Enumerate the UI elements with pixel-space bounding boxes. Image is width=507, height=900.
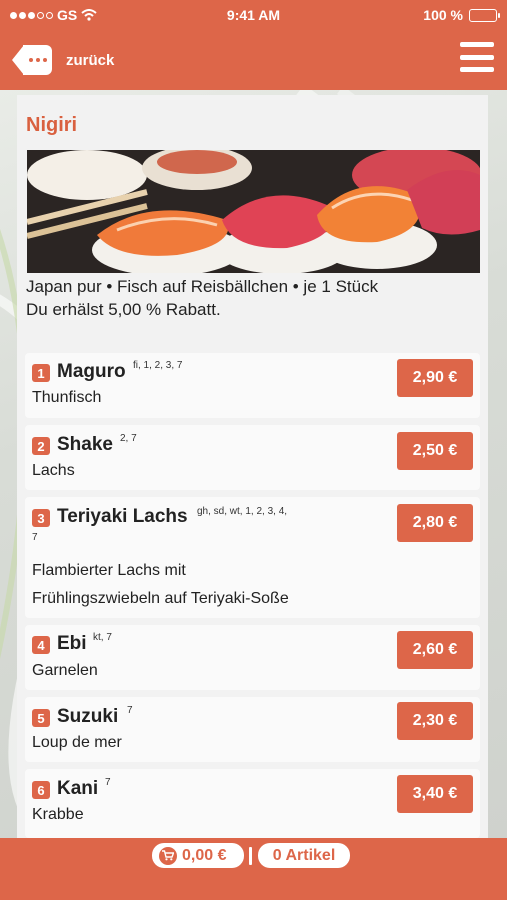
discount-note: Du erhälst 5,00 % Rabatt.	[26, 300, 221, 319]
status-left: GS	[10, 7, 170, 23]
list-item: 2 Shake 2, 7 Lachs 2,50 €	[25, 425, 480, 490]
article-count-button[interactable]: 0 Artikel	[258, 843, 350, 868]
item-number: 6	[32, 781, 50, 799]
signal-strength-icon	[10, 11, 53, 19]
item-allergens: 7	[105, 777, 111, 788]
hamburger-menu-icon[interactable]	[460, 42, 494, 72]
item-allergens: gh, sd, wt, 1, 2, 3, 4,	[197, 506, 288, 517]
item-allergens: fi, 1, 2, 3, 7	[133, 360, 183, 371]
back-arrow-icon	[12, 45, 52, 75]
item-name: Ebi	[57, 633, 87, 654]
nav-bar: zurück	[0, 30, 507, 90]
cart-total: 0,00 €	[182, 846, 227, 864]
category-title: Nigiri	[26, 114, 78, 136]
item-allergens: kt, 7	[93, 632, 112, 643]
item-name: Shake	[57, 434, 113, 455]
category-intro: Japan pur • Fisch auf Reisbällchen • je …	[26, 275, 378, 321]
item-description: Garnelen	[32, 662, 98, 679]
item-allergens: 7	[127, 705, 133, 716]
price-button[interactable]: 2,60 €	[397, 631, 473, 669]
item-allergens-continued: 7	[32, 532, 38, 543]
status-bar: GS 9:41 AM 100 %	[0, 0, 507, 30]
wifi-icon	[81, 9, 97, 21]
item-allergens: 2, 7	[120, 433, 137, 444]
item-name: Teriyaki Lachs	[57, 506, 188, 527]
back-button[interactable]: zurück	[12, 45, 114, 75]
menu-panel: Nigiri Japan pur • Fisch auf Reisbällche…	[17, 95, 488, 838]
footer-divider	[249, 847, 252, 865]
sushi-image	[27, 150, 480, 273]
article-count: 0 Artikel	[272, 846, 336, 864]
item-name: Kani	[57, 778, 99, 799]
cart-total-button[interactable]: 0,00 €	[152, 843, 244, 868]
list-item: 4 Ebi kt, 7 Garnelen 2,60 €	[25, 625, 480, 690]
item-number: 1	[32, 364, 50, 382]
list-item: 6 Kani 7 Krabbe 3,40 €	[25, 769, 480, 838]
list-item: 5 Suzuki 7 Loup de mer 2,30 €	[25, 697, 480, 762]
price-button[interactable]: 2,30 €	[397, 702, 473, 740]
item-description: Lachs	[32, 462, 75, 479]
battery-icon	[469, 8, 500, 22]
price-button[interactable]: 2,90 €	[397, 359, 473, 397]
app-header: GS 9:41 AM 100 % zurück	[0, 0, 507, 90]
item-name: Suzuki	[57, 706, 119, 727]
item-number: 2	[32, 437, 50, 455]
status-right: 100 %	[337, 7, 500, 23]
category-description: Japan pur • Fisch auf Reisbällchen • je …	[26, 277, 379, 296]
list-item: 3 Teriyaki Lachs gh, sd, wt, 1, 2, 3, 4,…	[25, 497, 480, 618]
status-time: 9:41 AM	[226, 7, 281, 23]
category-image	[27, 150, 480, 273]
price-button[interactable]: 3,40 €	[397, 775, 473, 813]
item-description: Flambierter Lachs mit	[32, 562, 186, 579]
item-description: Loup de mer	[32, 734, 122, 751]
battery-percent: 100 %	[423, 7, 463, 23]
item-description: Krabbe	[32, 806, 84, 823]
list-item: 1 Maguro fi, 1, 2, 3, 7 Thunfisch 2,90 €	[25, 353, 480, 418]
item-name: Maguro	[57, 361, 126, 382]
carrier-name: GS	[57, 7, 78, 23]
cart-icon	[159, 846, 177, 865]
cart-footer: 0,00 € 0 Artikel	[0, 838, 507, 900]
item-number: 4	[32, 636, 50, 654]
back-label: zurück	[66, 51, 115, 69]
item-description-continued: Frühlingszwiebeln auf Teriyaki-Soße	[32, 590, 289, 607]
price-button[interactable]: 2,80 €	[397, 504, 473, 542]
item-description: Thunfisch	[32, 389, 102, 406]
item-number: 5	[32, 709, 50, 727]
price-button[interactable]: 2,50 €	[397, 432, 473, 470]
item-number: 3	[32, 509, 50, 527]
